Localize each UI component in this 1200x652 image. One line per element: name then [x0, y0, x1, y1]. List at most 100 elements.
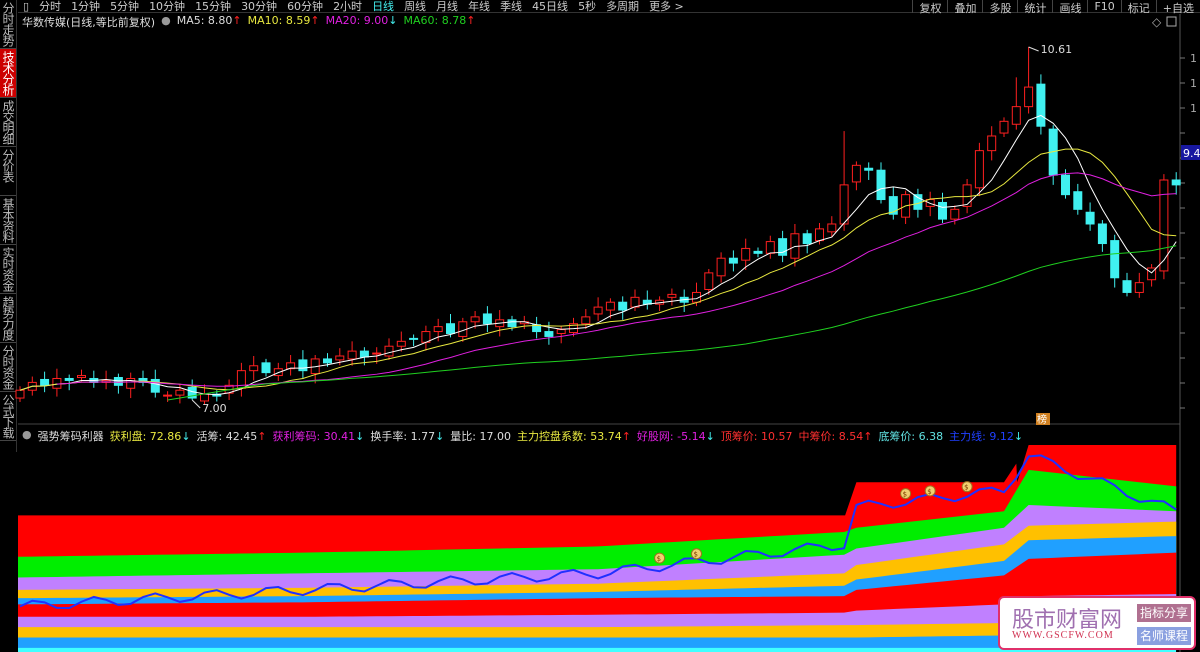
indicator-value: 顶筹价: 10.57 [720, 430, 793, 443]
candle-body [593, 306, 603, 315]
candle [888, 186, 898, 220]
money-bag-symbol: $ [927, 488, 931, 496]
candle-body [433, 326, 443, 333]
money-bag-symbol: $ [657, 555, 661, 563]
ma5-line [19, 114, 1177, 396]
candle [187, 379, 197, 400]
ma10-label: MA10: 8.59↑ [247, 14, 320, 27]
candle [716, 252, 726, 283]
chart-canvas[interactable]: 1 1 1 10.61 7.00 9.49 榜 ◇ $ $ $ $ $ [0, 0, 1200, 652]
candle-body [987, 135, 997, 152]
candle [999, 117, 1009, 137]
candle-body [52, 377, 62, 389]
candle-body [1011, 106, 1021, 125]
candle-body [1061, 174, 1070, 196]
watermark-url: WWW.GSCFW.COM [1012, 630, 1114, 641]
candle [1171, 172, 1181, 195]
candle-body [704, 272, 714, 291]
candle-body [15, 389, 25, 399]
candle-body [298, 359, 308, 372]
course-button[interactable]: 名师课程 [1137, 627, 1191, 645]
candle [286, 355, 296, 376]
candle-body [765, 241, 775, 254]
candle-body [618, 301, 628, 311]
candle-body [446, 323, 455, 335]
candle [126, 372, 136, 399]
candle-body [1171, 179, 1181, 186]
candle [396, 331, 406, 352]
candle-body [1159, 179, 1169, 272]
candle [753, 247, 763, 258]
candle-body [261, 362, 271, 374]
candle-body [409, 337, 419, 340]
candle-body [482, 313, 492, 325]
candle-body [851, 164, 861, 183]
indicator-value: 活筹: 42.45↑ [196, 430, 267, 443]
candle [642, 290, 652, 310]
money-bag-icon: $ [900, 488, 912, 500]
candle [409, 334, 419, 347]
candle [728, 250, 738, 272]
candle-body [507, 319, 517, 328]
indicator-share-button[interactable]: 指标分享 [1137, 604, 1191, 622]
candle-body [1085, 211, 1095, 225]
candle-body [827, 223, 837, 233]
candle-body [323, 358, 332, 364]
candle-body [1024, 86, 1034, 108]
settings-icon[interactable]: ● [22, 428, 32, 444]
candle [310, 355, 320, 384]
indicator-value: 底筹价: 6.38 [878, 430, 944, 443]
high-marker [1028, 46, 1039, 52]
candle-body [950, 208, 960, 220]
settings-icon[interactable]: ● [161, 14, 171, 30]
candle [987, 126, 997, 161]
candle-body [999, 120, 1009, 134]
candle [778, 230, 788, 263]
current-price: 9.49 [1183, 147, 1200, 160]
candle [1024, 47, 1034, 114]
indicator-value: 主力控盘系数: 53.74↑ [517, 430, 631, 443]
candle [765, 235, 775, 259]
candle [667, 288, 677, 306]
panel-icon [1166, 16, 1177, 27]
axis-label: 1 [1190, 52, 1197, 65]
indicator-value: 获利筹码: 30.41↓ [272, 430, 365, 443]
candle-body [556, 329, 566, 335]
candle [138, 370, 148, 387]
candle [113, 373, 123, 394]
candle [839, 131, 849, 231]
candle [655, 296, 665, 312]
candle-body [1122, 280, 1132, 293]
low-marker [191, 399, 201, 409]
money-bag-icon: $ [924, 485, 936, 497]
candle [52, 368, 62, 397]
ma10-line [19, 148, 1177, 391]
candle-body [347, 350, 357, 360]
candle [384, 338, 394, 360]
axis-label: 1 [1190, 102, 1197, 115]
candle-body [962, 184, 972, 207]
candle [236, 362, 246, 397]
candle [89, 370, 99, 388]
candle-body [249, 365, 259, 372]
candle-body [359, 350, 369, 358]
indicator-name: 强势筹码利器 [37, 430, 104, 443]
candle [482, 306, 492, 333]
candle-body [581, 316, 591, 325]
candle-body [77, 375, 86, 379]
candle [876, 162, 886, 204]
money-bag-symbol: $ [694, 551, 698, 559]
candle [802, 229, 812, 254]
candle [1097, 220, 1107, 252]
candle-body [1110, 240, 1120, 279]
candle [40, 371, 50, 393]
candle [593, 297, 603, 321]
diamond-icon: ◇ [1152, 15, 1162, 29]
stock-title: 华数传媒(日线,等比前复权) [22, 16, 156, 29]
candle [864, 162, 874, 180]
candle-body [1073, 191, 1083, 210]
candle-body [605, 301, 615, 311]
candle [974, 142, 984, 197]
candle [1122, 272, 1132, 297]
candle-body [938, 201, 947, 220]
